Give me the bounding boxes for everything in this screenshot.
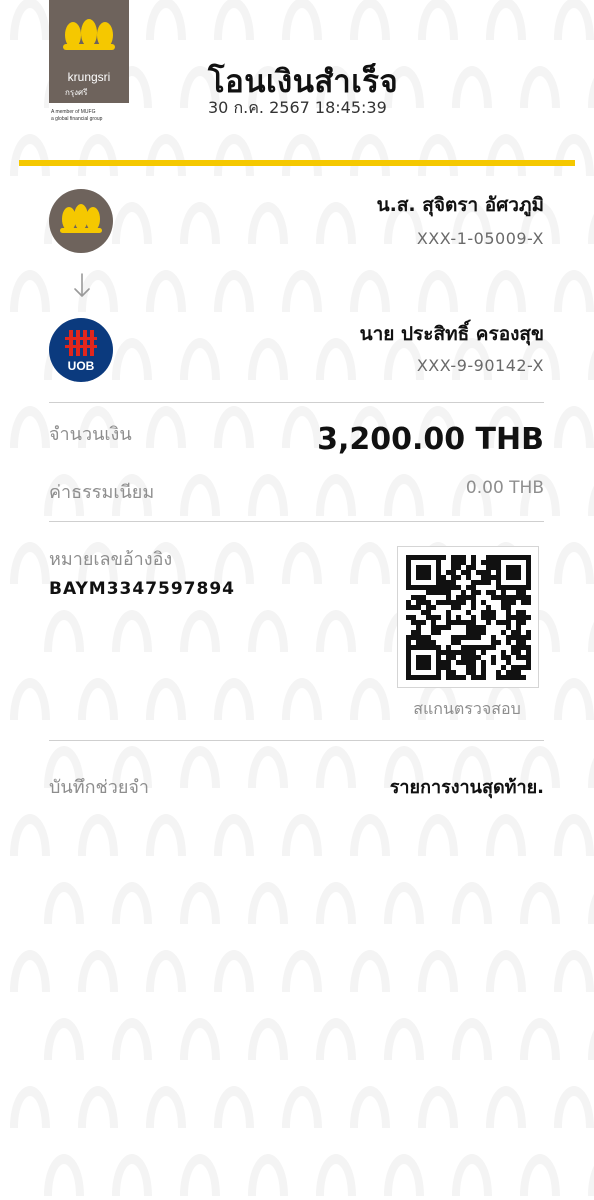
divider	[49, 521, 544, 522]
verification-qr-code[interactable]	[397, 546, 539, 688]
uob-logo-icon: UOB	[49, 318, 113, 382]
sender-account: XXX-1-05009-X	[416, 229, 544, 248]
fee-value: 0.00 THB	[465, 478, 544, 498]
accent-bar	[19, 160, 575, 166]
divider	[49, 740, 544, 741]
qr-caption: สแกนตรวจสอบ	[413, 699, 521, 718]
memo-value: รายการงานสุดท้าย.	[389, 777, 544, 798]
logo-thai-text: กรุงศรี	[65, 88, 88, 97]
amount-value: 3,200.00 THB	[317, 422, 544, 457]
reference-label: หมายเลขอ้างอิง	[49, 549, 173, 570]
reference-number: BAYM3347597894	[49, 579, 236, 599]
krungsri-logo: krungsri กรุงศรี A member of MUFG a glob…	[49, 0, 129, 124]
logo-tagline-2: a global financial group	[51, 116, 103, 122]
qr-code-icon	[398, 547, 538, 687]
amount-label: จำนวนเงิน	[49, 424, 132, 445]
divider	[49, 402, 544, 403]
receiver-name: นาย ประสิทธิ์ ครองสุข	[359, 323, 544, 345]
logo-tagline-1: A member of MUFG	[51, 109, 96, 115]
krungsri-logo-icon	[49, 189, 113, 253]
memo-label: บันทึกช่วยจำ	[49, 777, 150, 798]
uob-logo-text: UOB	[68, 359, 95, 373]
fee-label: ค่าธรรมเนียม	[49, 482, 155, 503]
sender-name: น.ส. สุจิตรา อัศวภูมิ	[376, 194, 544, 216]
arrow-down-icon	[74, 273, 90, 297]
logo-brand-text: krungsri	[68, 70, 111, 84]
transaction-datetime: 30 ก.ค. 2567 18:45:39	[208, 98, 387, 117]
receiver-account: XXX-9-90142-X	[416, 356, 544, 375]
